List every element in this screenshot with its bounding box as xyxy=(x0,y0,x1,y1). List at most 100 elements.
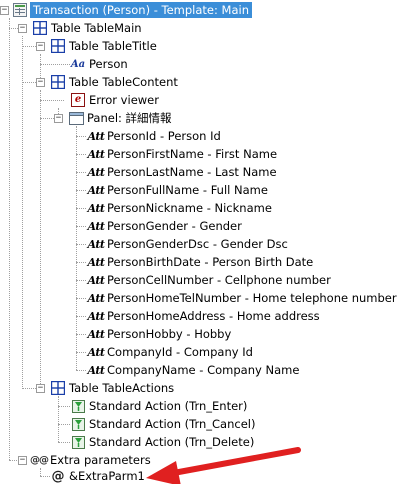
extra-parameters-icon: @@ xyxy=(30,454,49,466)
attribute-icon: Att xyxy=(87,219,106,233)
tree-node-label: PersonNickname - Nickname xyxy=(107,201,272,215)
tree-line xyxy=(76,190,86,191)
tree-node-label: Transaction (Person) - Template: Main xyxy=(30,2,252,18)
tree-line xyxy=(9,28,18,29)
tree-node-label: PersonFirstName - First Name xyxy=(107,147,278,161)
tree-line xyxy=(58,396,59,442)
tree-node-action-enter[interactable]: Standard Action (Trn_Enter) xyxy=(70,397,247,415)
tree-node-label: PersonLastName - Last Name xyxy=(107,165,277,179)
tree-node-label: Table TableTitle xyxy=(69,39,157,53)
tree-line xyxy=(76,370,86,371)
tree-node-attribute[interactable]: Att PersonCellNumber - Cellphone number xyxy=(88,271,331,289)
tree-node-label: PersonFullName - Full Name xyxy=(107,183,268,197)
collapse-toggle[interactable]: − xyxy=(36,78,45,87)
tree-line xyxy=(76,244,86,245)
tree-node-attribute[interactable]: Att CompanyName - Company Name xyxy=(87,361,300,379)
tree-node-text-person[interactable]: Aa Person xyxy=(70,55,128,73)
tree-node-label: Table TableContent xyxy=(69,75,178,89)
tree-node-attribute[interactable]: Att PersonBirthDate - Person Birth Date xyxy=(87,253,314,271)
tree-node-label: Person xyxy=(89,57,128,71)
tree-node-label: Standard Action (Trn_Enter) xyxy=(89,399,248,413)
transaction-icon xyxy=(12,2,28,18)
tree-node-attribute[interactable]: Att PersonFirstName - First Name xyxy=(88,145,278,163)
tree-node-extra-parm[interactable]: @ &ExtraParm1 xyxy=(50,467,145,485)
tree-node-attribute[interactable]: Att CompanyId - Company Id xyxy=(88,343,253,361)
tree-line xyxy=(58,424,70,425)
tree-node-label: Panel: 詳細情報 xyxy=(87,111,172,125)
attribute-icon: Att xyxy=(87,237,106,251)
tree-line xyxy=(40,90,41,388)
tree-node-label: PersonGenderDsc - Gender Dsc xyxy=(107,237,288,251)
tree-line xyxy=(40,64,70,65)
tree-node-attribute[interactable]: Att PersonLastName - Last Name xyxy=(88,163,277,181)
attribute-icon: Att xyxy=(87,165,106,179)
tree-line xyxy=(76,154,86,155)
tree-node-attribute[interactable]: Att PersonHobby - Hobby xyxy=(87,325,232,343)
tree-node-attribute[interactable]: Att PersonId - Person Id xyxy=(88,127,221,145)
tree-node-label: Standard Action (Trn_Delete) xyxy=(89,435,255,449)
tree-node-error-viewer[interactable]: e Error viewer xyxy=(70,91,159,109)
collapse-toggle[interactable]: − xyxy=(0,6,9,15)
tree-node-label: PersonHomeAddress - Home address xyxy=(107,309,320,323)
tree-line xyxy=(40,118,54,119)
tree-node-attribute[interactable]: Att PersonGender - Gender xyxy=(88,217,242,235)
error-viewer-icon: e xyxy=(70,92,86,108)
parameter-icon: @ xyxy=(51,468,65,484)
tree-node-label: Extra parameters xyxy=(50,453,151,467)
attribute-icon: Att xyxy=(87,255,106,269)
tree-line xyxy=(76,262,86,263)
collapse-toggle[interactable]: − xyxy=(54,114,63,123)
tree-node-attribute[interactable]: Att PersonHomeAddress - Home address xyxy=(88,307,320,325)
tree-line xyxy=(76,298,86,299)
tree-node-attribute[interactable]: Att PersonHomeTelNumber - Home telephone … xyxy=(88,289,397,307)
attribute-icon: Att xyxy=(87,291,106,305)
tree-line xyxy=(76,334,86,335)
tree-line xyxy=(76,226,86,227)
tree-node-action-cancel[interactable]: Standard Action (Trn_Cancel) xyxy=(70,415,255,433)
tree-line xyxy=(40,476,50,477)
tree-node-table-title[interactable]: Table TableTitle xyxy=(50,37,157,55)
tree-line xyxy=(9,18,10,460)
table-icon xyxy=(32,20,48,36)
standard-action-icon xyxy=(70,416,86,432)
tree-node-attribute[interactable]: Att PersonGenderDsc - Gender Dsc xyxy=(88,235,288,253)
attribute-icon: Att xyxy=(87,327,106,341)
attribute-icon: Att xyxy=(87,363,106,377)
tree-line xyxy=(40,100,64,101)
tree-node-table-actions[interactable]: Table TableActions xyxy=(50,379,174,397)
tree-node-attribute[interactable]: Att PersonNickname - Nickname xyxy=(88,199,272,217)
attribute-icon: Att xyxy=(87,201,106,215)
tree-line xyxy=(22,46,36,47)
attribute-icon: Att xyxy=(87,309,106,323)
tree-node-table-content[interactable]: Table TableContent xyxy=(50,73,178,91)
table-icon xyxy=(50,380,66,396)
tree-node-label: Error viewer xyxy=(89,93,159,107)
tree-node-transaction[interactable]: Transaction (Person) - Template: Main xyxy=(12,1,252,19)
attribute-icon: Att xyxy=(87,183,106,197)
tree-line xyxy=(58,442,70,443)
tree-node-label: PersonCellNumber - Cellphone number xyxy=(107,273,331,287)
collapse-toggle[interactable]: − xyxy=(18,24,27,33)
collapse-toggle[interactable]: − xyxy=(36,42,45,51)
tree-node-action-delete[interactable]: Standard Action (Trn_Delete) xyxy=(70,433,254,451)
tree-node-table-main[interactable]: Table TableMain xyxy=(32,19,142,37)
tree-node-attribute[interactable]: Att PersonFullName - Full Name xyxy=(88,181,268,199)
text-block-icon: Aa xyxy=(70,58,86,70)
error-glyph: e xyxy=(71,93,85,107)
tree-line xyxy=(76,316,86,317)
tree-node-label: CompanyName - Company Name xyxy=(107,363,300,377)
tree-node-label: &ExtraParm1 xyxy=(69,469,145,483)
tree-line xyxy=(76,172,86,173)
tree-node-label: CompanyId - Company Id xyxy=(107,345,253,359)
collapse-toggle[interactable]: − xyxy=(36,384,45,393)
tree-node-panel[interactable]: Panel: 詳細情報 xyxy=(68,109,172,127)
attribute-icon: Att xyxy=(87,129,106,143)
tree-line xyxy=(22,82,36,83)
table-icon xyxy=(50,38,66,54)
tree-node-label: Standard Action (Trn_Cancel) xyxy=(89,417,256,431)
tree-node-label: Table TableActions xyxy=(69,381,175,395)
collapse-toggle[interactable]: − xyxy=(18,456,27,465)
arrow-shaft xyxy=(165,447,301,477)
standard-action-icon xyxy=(70,398,86,414)
table-icon xyxy=(50,74,66,90)
